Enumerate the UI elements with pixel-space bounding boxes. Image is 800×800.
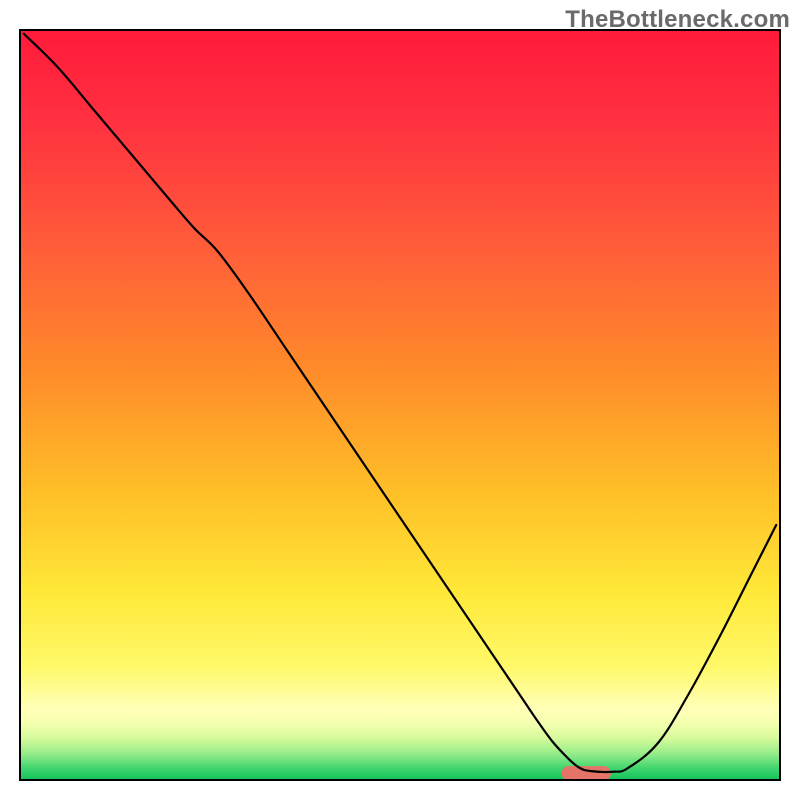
watermark-label: TheBottleneck.com: [565, 6, 790, 34]
chart-svg: [0, 0, 800, 800]
chart-canvas: TheBottleneck.com: [0, 0, 800, 800]
min-marker: [562, 766, 611, 780]
plot-background: [20, 30, 780, 780]
